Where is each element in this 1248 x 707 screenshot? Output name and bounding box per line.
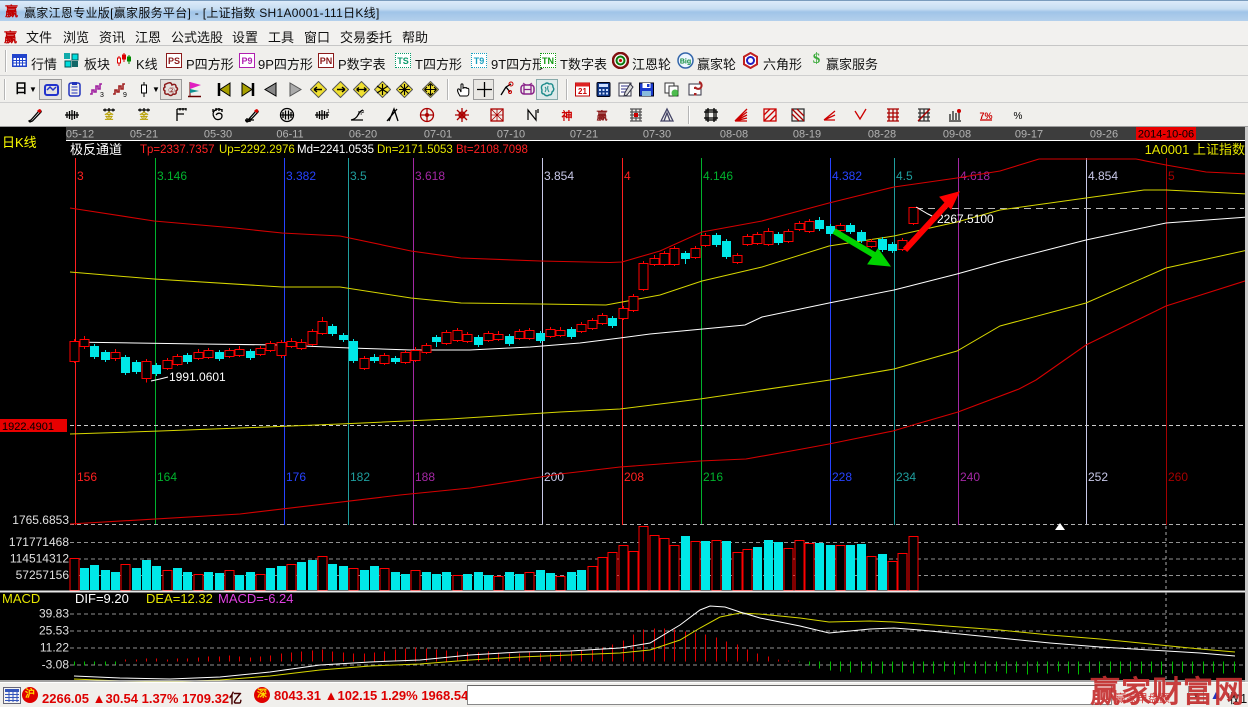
svg-text:4.146: 4.146 <box>703 169 733 183</box>
svg-text:2267.5100: 2267.5100 <box>937 212 994 226</box>
svg-text:57257156: 57257156 <box>16 568 70 582</box>
svg-text:极反通道: 极反通道 <box>70 142 122 157</box>
svg-text:3.5: 3.5 <box>350 169 367 183</box>
svg-text:n²: n² <box>358 110 365 117</box>
svg-text:Md=2241.0535: Md=2241.0535 <box>297 144 374 156</box>
svg-text:09-08: 09-08 <box>943 129 971 141</box>
svg-text:金: 金 <box>103 110 114 121</box>
svg-text:-3.08: -3.08 <box>42 658 70 672</box>
svg-text:Up=2292.2976: Up=2292.2976 <box>219 144 295 156</box>
svg-text:9: 9 <box>123 92 127 98</box>
svg-text:228: 228 <box>832 470 852 484</box>
svg-text:4.618: 4.618 <box>960 169 990 183</box>
svg-text:21: 21 <box>578 87 587 96</box>
svg-text:4: 4 <box>624 169 631 183</box>
svg-text:25.53: 25.53 <box>39 624 69 638</box>
svg-text:Dn=2171.5053: Dn=2171.5053 <box>377 144 453 156</box>
svg-text:3.146: 3.146 <box>157 169 187 183</box>
svg-text:234: 234 <box>896 470 916 484</box>
svg-text:Bt=2108.7098: Bt=2108.7098 <box>456 144 528 156</box>
svg-text:神: 神 <box>562 109 573 123</box>
svg-text:07-01: 07-01 <box>424 129 452 141</box>
svg-text:3.854: 3.854 <box>544 169 574 183</box>
svg-text:182: 182 <box>350 470 370 484</box>
svg-text:39.83: 39.83 <box>39 607 69 621</box>
svg-text:3.382: 3.382 <box>286 169 316 183</box>
svg-text:赢: 赢 <box>597 109 608 123</box>
svg-text:日K线: 日K线 <box>2 135 37 150</box>
svg-text:4.854: 4.854 <box>1088 169 1118 183</box>
svg-text:金: 金 <box>138 110 149 121</box>
svg-text:09-17: 09-17 <box>1015 129 1043 141</box>
svg-text:07-30: 07-30 <box>643 129 671 141</box>
svg-text:1765.6853: 1765.6853 <box>12 513 69 527</box>
svg-text:5: 5 <box>1168 169 1175 183</box>
svg-text:06-20: 06-20 <box>349 129 377 141</box>
svg-text:06-11: 06-11 <box>276 129 303 141</box>
svg-text:DIF=9.20: DIF=9.20 <box>75 591 129 606</box>
svg-text:11.22: 11.22 <box>40 641 69 655</box>
svg-text:188: 188 <box>415 470 435 484</box>
svg-text:08-19: 08-19 <box>793 129 821 141</box>
svg-text:08-08: 08-08 <box>720 129 748 141</box>
svg-text:12: 12 <box>327 109 330 115</box>
svg-text:1922.4901: 1922.4901 <box>2 421 54 433</box>
svg-text:200: 200 <box>544 470 564 484</box>
svg-text:164: 164 <box>157 470 177 484</box>
svg-text:3: 3 <box>77 169 84 183</box>
svg-text:216: 216 <box>703 470 723 484</box>
svg-text:4.382: 4.382 <box>832 169 862 183</box>
svg-text:252: 252 <box>1088 470 1108 484</box>
svg-text:07-10: 07-10 <box>497 129 525 141</box>
svg-text:09-26: 09-26 <box>1090 129 1118 141</box>
svg-text:3: 3 <box>100 92 104 98</box>
svg-text:114514312: 114514312 <box>10 552 70 566</box>
svg-text:Big: Big <box>680 59 691 66</box>
svg-text:05-12: 05-12 <box>66 129 94 141</box>
svg-text:MACD=-6.24: MACD=-6.24 <box>218 591 294 606</box>
svg-text:1A0001 上证指数: 1A0001 上证指数 <box>1145 142 1245 157</box>
svg-text:②: ② <box>168 86 175 95</box>
svg-text:08-28: 08-28 <box>868 129 896 141</box>
svg-text:208: 208 <box>624 470 644 484</box>
svg-text:Tp=2337.7357: Tp=2337.7357 <box>140 144 215 156</box>
svg-text:156: 156 <box>77 470 97 484</box>
svg-text:05-30: 05-30 <box>204 129 232 141</box>
svg-text:2014-10-06: 2014-10-06 <box>1138 129 1194 141</box>
svg-text:171771468: 171771468 <box>9 535 69 549</box>
svg-text:DEA=12.32: DEA=12.32 <box>146 591 213 606</box>
svg-text:4.5: 4.5 <box>896 169 913 183</box>
svg-text:1991.0601: 1991.0601 <box>169 370 226 384</box>
svg-text:3.618: 3.618 <box>415 169 445 183</box>
svg-text:176: 176 <box>286 470 306 484</box>
svg-text:240: 240 <box>960 470 980 484</box>
svg-text:MACD: MACD <box>2 591 40 606</box>
svg-text:05-21: 05-21 <box>130 129 158 141</box>
svg-text:07-21: 07-21 <box>570 129 598 141</box>
svg-text:%: % <box>1014 111 1023 122</box>
svg-text:260: 260 <box>1168 470 1188 484</box>
